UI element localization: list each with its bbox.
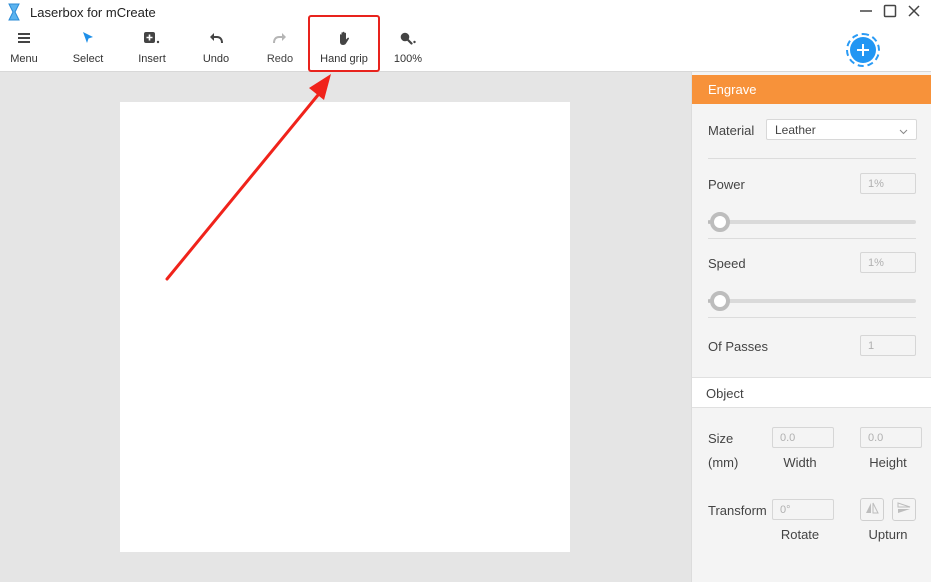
material-label: Material [708,123,755,138]
main-toolbar: Menu Select Insert Undo Redo Hand grip 1… [0,26,931,72]
passes-input[interactable]: 1 [860,335,916,356]
undo-button[interactable]: Undo [196,28,236,68]
divider [708,158,916,159]
magnifier-icon [399,28,417,48]
unit-label: (mm) [708,455,739,470]
speed-slider-knob[interactable] [709,291,730,311]
menu-label: Menu [10,53,38,65]
rotate-label: Rotate [780,527,820,542]
design-canvas[interactable] [120,102,570,552]
flip-vertical-button[interactable] [860,498,884,521]
speed-slider[interactable] [708,291,916,311]
size-label: Size [708,431,734,446]
height-label: Height [869,455,907,470]
transform-label: Transform [708,503,767,518]
material-value: Leather [775,123,816,137]
redo-arrow-icon [273,28,287,48]
maximize-button[interactable] [880,3,900,23]
menu-button[interactable]: Menu [4,28,44,68]
width-label: Width [783,455,817,470]
title-bar: Laserbox for mCreate [0,0,931,26]
flip-horizontal-icon [897,501,911,519]
laserbox-app-window: Laserbox for mCreate Menu Select Insert … [0,0,931,582]
workspace-area[interactable] [0,72,691,582]
object-header: Object [692,377,931,408]
close-button[interactable] [904,3,924,23]
minimize-button[interactable] [856,3,876,23]
divider [708,238,916,239]
passes-label: Of Passes [708,339,768,354]
hamburger-menu-icon [17,28,31,48]
speed-label: Speed [708,256,746,271]
insert-button[interactable]: Insert [132,28,172,68]
window-title: Laserbox for mCreate [30,5,156,20]
width-input[interactable]: 0.0 [772,427,834,448]
power-slider[interactable] [708,212,916,232]
undo-label: Undo [202,53,230,65]
select-tool-button[interactable]: Select [68,28,108,68]
close-icon [907,4,921,23]
select-label: Select [72,53,104,65]
insert-label: Insert [138,53,166,65]
flip-horizontal-button[interactable] [892,498,916,521]
rotate-input[interactable]: 0° [772,499,834,520]
redo-label: Redo [266,53,294,65]
cursor-arrow-icon [81,28,95,48]
power-input[interactable]: 1% [860,173,916,194]
minimize-icon [859,4,873,23]
insert-square-icon [143,28,161,48]
speed-input[interactable]: 1% [860,252,916,273]
divider [708,317,916,318]
properties-panel: Engrave Material Leather Power 1% Speed … [691,72,931,582]
engrave-header: Engrave [692,75,931,104]
height-input[interactable]: 0.0 [860,427,922,448]
add-device-button[interactable] [846,33,880,67]
upturn-label: Upturn [868,527,908,542]
hand-grip-highlight [308,15,380,72]
redo-button[interactable]: Redo [260,28,300,68]
chevron-down-icon [899,125,908,139]
material-select[interactable]: Leather [766,119,917,140]
maximize-icon [883,4,897,23]
zoom-level-label: 100% [393,53,423,65]
plus-circle-icon [850,37,876,63]
power-label: Power [708,177,745,192]
zoom-button[interactable]: 100% [388,28,428,68]
hourglass-icon [6,3,22,21]
undo-arrow-icon [209,28,223,48]
flip-vertical-icon [865,501,879,519]
power-slider-knob[interactable] [709,212,730,232]
